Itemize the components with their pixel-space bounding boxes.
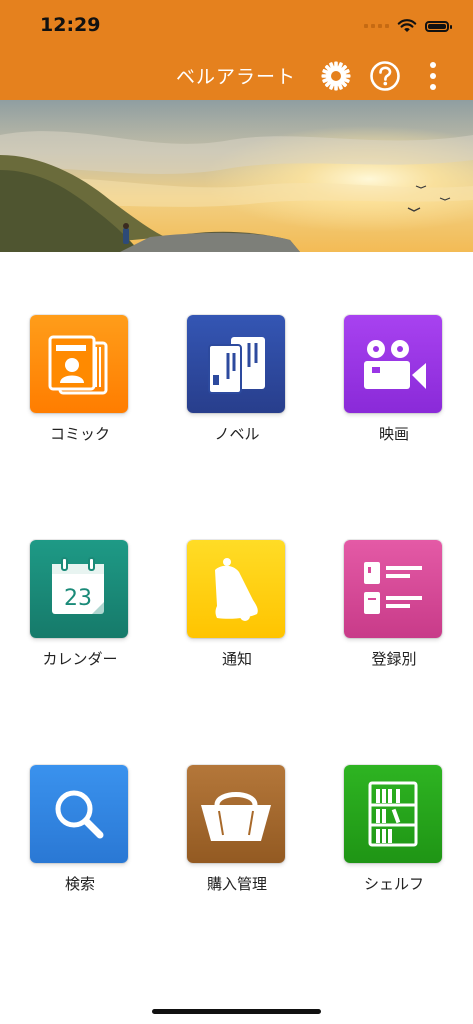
landscape-banner-image <box>0 100 473 252</box>
app-title: ベルアラート <box>176 66 297 88</box>
search-icon <box>55 790 104 839</box>
cellular-signal-icon <box>364 24 389 28</box>
bell-icon <box>215 558 258 621</box>
app-header: 12:29 ベルアラート <box>0 0 473 100</box>
status-time: 12:29 <box>40 14 101 36</box>
status-indicators <box>364 16 452 36</box>
comic-tile[interactable] <box>30 315 128 413</box>
gear-icon[interactable] <box>320 60 352 92</box>
shopping-basket-icon <box>201 792 271 841</box>
registration-tile[interactable] <box>344 540 442 638</box>
menu-label: 購入管理 <box>206 875 267 893</box>
svg-text:23: 23 <box>64 586 92 611</box>
menu-label: カレンダー <box>42 650 118 668</box>
movie-tile[interactable] <box>344 315 442 413</box>
wifi-icon <box>397 19 417 32</box>
bookshelf-icon <box>368 781 418 847</box>
question-icon[interactable] <box>369 60 401 92</box>
more-vertical-icon[interactable] <box>417 60 449 92</box>
menu-label: 検索 <box>64 875 95 893</box>
battery-icon <box>425 20 452 32</box>
registration-list-icon <box>364 562 422 614</box>
purchase-tile[interactable] <box>187 765 285 863</box>
novel-tile[interactable] <box>187 315 285 413</box>
shelf-tile[interactable] <box>344 765 442 863</box>
menu-label: 映画 <box>378 425 409 443</box>
novel-icon <box>208 337 265 394</box>
search-tile[interactable] <box>30 765 128 863</box>
notification-tile[interactable] <box>187 540 285 638</box>
home-indicator[interactable] <box>152 1009 321 1014</box>
menu-label: シェルフ <box>363 875 424 893</box>
comic-icon <box>48 335 108 395</box>
menu-label: 登録別 <box>371 650 417 668</box>
menu-label: コミック <box>49 425 110 443</box>
movie-camera-icon <box>364 340 426 389</box>
calendar-icon: 23 <box>52 557 104 614</box>
calendar-tile[interactable]: 23 <box>30 540 128 638</box>
menu-label: ノベル <box>214 425 260 443</box>
menu-label: 通知 <box>221 650 252 668</box>
